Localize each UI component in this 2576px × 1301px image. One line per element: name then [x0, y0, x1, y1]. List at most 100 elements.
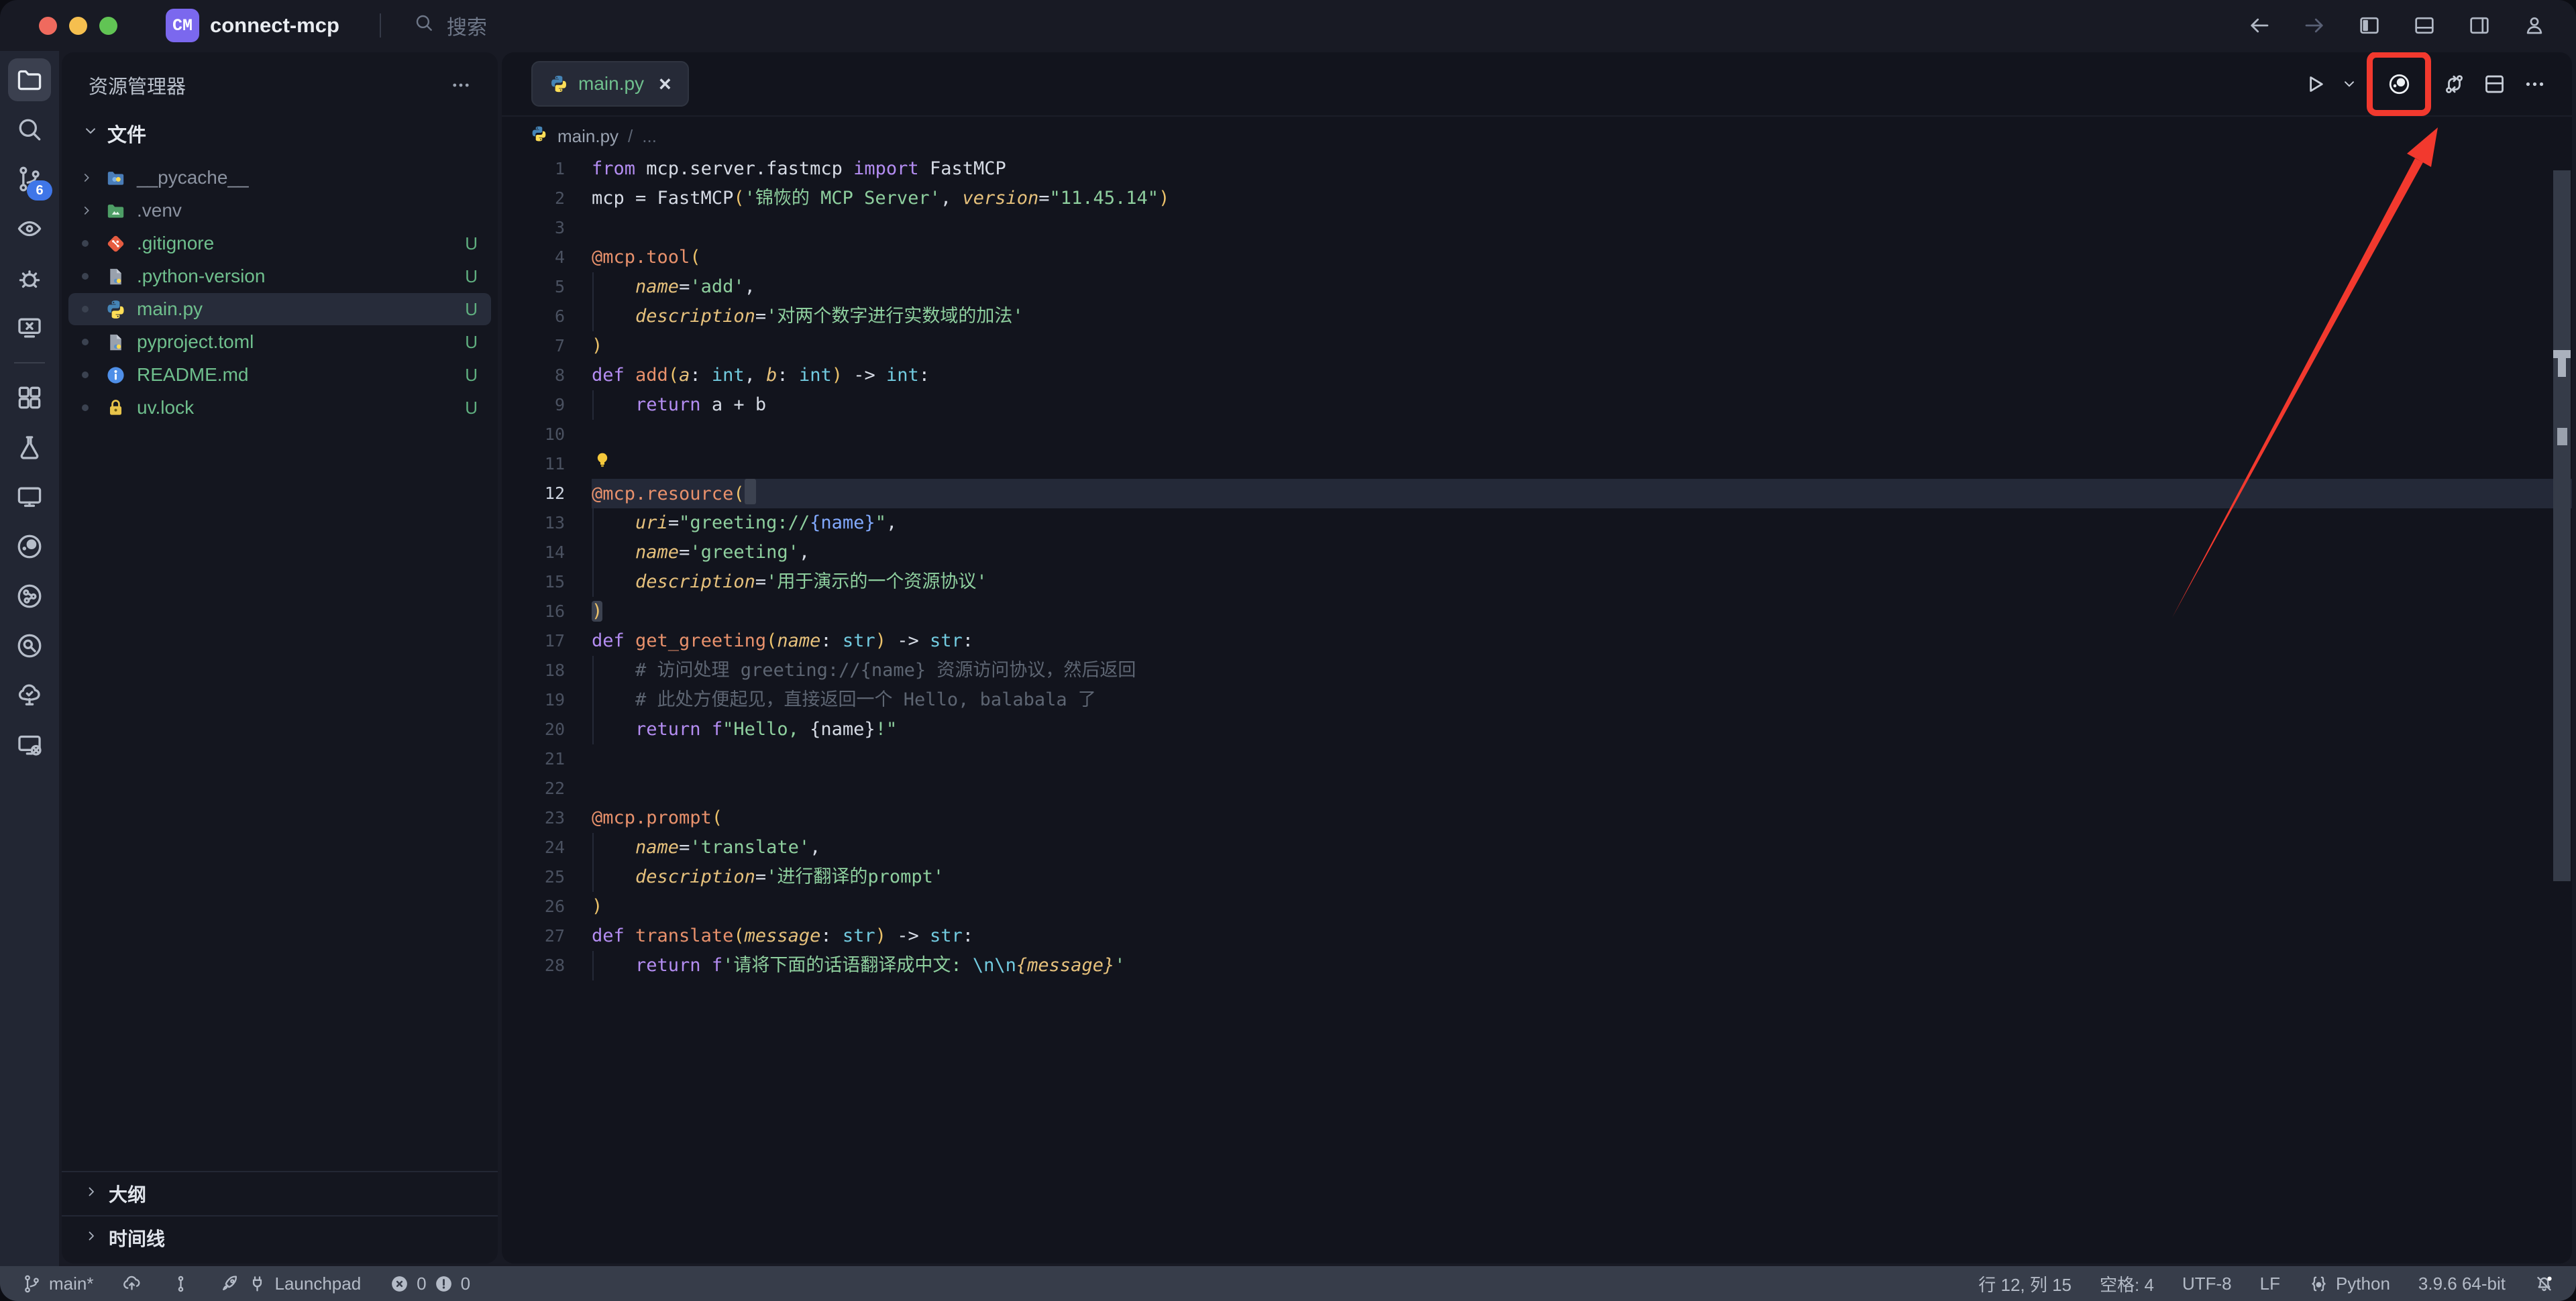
openmcp-button[interactable] [2367, 52, 2431, 116]
toggle-secondary-sidebar-button[interactable] [2467, 13, 2491, 38]
status-text: 行 12, 列 15 [1978, 1271, 2072, 1296]
file-row-uv-lock[interactable]: uv.lockU [68, 392, 491, 424]
timeline-section[interactable]: 时间线 [62, 1215, 498, 1259]
forward-button[interactable] [2302, 13, 2326, 38]
activity-todo-tree[interactable] [8, 674, 51, 717]
code-line-6[interactable]: 6 description='对两个数字进行实数域的加法' [502, 302, 2572, 331]
code-line-11[interactable]: 11 [502, 449, 2572, 479]
code-line-1[interactable]: 1from mcp.server.fastmcp import FastMCP [502, 154, 2572, 184]
code-line-20[interactable]: 20 return f"Hello, {name}!" [502, 715, 2572, 744]
code-line-23[interactable]: 23@mcp.prompt( [502, 803, 2572, 833]
explorer-more-actions-button[interactable] [449, 74, 472, 97]
activity-code-search[interactable] [8, 624, 51, 667]
code-line-10[interactable]: 10 [502, 420, 2572, 449]
back-button[interactable] [2247, 13, 2271, 38]
code-line-8[interactable]: 8def add(a: int, b: int) -> int: [502, 361, 2572, 390]
code-line-2[interactable]: 2mcp = FastMCP('锦恢的 MCP Server', version… [502, 184, 2572, 213]
cursor-position[interactable]: 行 12, 列 15 [1978, 1271, 2072, 1296]
code-line-9[interactable]: 9 return a + b [502, 390, 2572, 420]
activity-project-graph[interactable] [8, 575, 51, 618]
status-text: 0 [417, 1274, 426, 1294]
code-line-16[interactable]: 16) [502, 597, 2572, 626]
code-line-27[interactable]: 27def translate(message: str) -> str: [502, 921, 2572, 951]
line-number: 16 [502, 597, 592, 626]
close-window-button[interactable] [39, 17, 57, 35]
activity-openmcp[interactable] [8, 525, 51, 568]
code-line-14[interactable]: 14 name='greeting', [502, 538, 2572, 567]
code-line-28[interactable]: 28 return f'请将下面的话语翻译成中文: \n\n{message}' [502, 951, 2572, 980]
open-changes-button[interactable] [2436, 66, 2471, 101]
code-line-5[interactable]: 5 name='add', [502, 272, 2572, 302]
folder-py-icon [105, 167, 134, 189]
code-editor[interactable]: 1from mcp.server.fastmcp import FastMCP2… [502, 154, 2572, 1263]
project-selector[interactable]: CM connect-mcp [166, 9, 350, 42]
breadcrumb[interactable]: main.py / ... [502, 117, 2572, 156]
activity-inspect[interactable] [8, 207, 51, 250]
code-line-25[interactable]: 25 description='进行翻译的prompt' [502, 862, 2572, 892]
code-line-13[interactable]: 13 uri="greeting://{name}", [502, 508, 2572, 538]
toggle-panel-button[interactable] [2412, 13, 2436, 38]
python-interpreter[interactable]: 3.9.6 64-bit [2418, 1274, 2506, 1294]
tab-main-py[interactable]: main.py × [531, 61, 689, 107]
close-tab-icon[interactable]: × [659, 73, 672, 95]
minimize-window-button[interactable] [69, 17, 87, 35]
file-row-venv[interactable]: .venv [68, 194, 491, 227]
code-line-12[interactable]: 12@mcp.resource( [502, 479, 2572, 508]
activity-explorer[interactable] [8, 58, 51, 101]
file-row-python-version[interactable]: .python-versionU [68, 260, 491, 292]
activity-testing[interactable] [8, 426, 51, 469]
activity-remote-x[interactable] [8, 724, 51, 767]
source-control-badge: 6 [27, 180, 52, 201]
code-line-19[interactable]: 19 # 此处方便起见，直接返回一个 Hello, balabala 了 [502, 685, 2572, 715]
global-search-button[interactable]: 搜索 [413, 11, 487, 40]
run-button[interactable] [2297, 66, 2332, 101]
editor-scrollbar[interactable] [2553, 170, 2571, 881]
line-content: uri="greeting://{name}", [592, 508, 2572, 538]
language-mode[interactable]: Python [2308, 1274, 2390, 1294]
lightbulb-icon[interactable] [592, 449, 613, 471]
zoom-window-button[interactable] [99, 17, 117, 35]
commit-graph-button[interactable] [170, 1274, 191, 1294]
code-line-18[interactable]: 18 # 访问处理 greeting://{name} 资源访问协议，然后返回 [502, 656, 2572, 685]
activity-debug[interactable] [8, 257, 51, 300]
file-row-main-py[interactable]: main.pyU [68, 293, 491, 325]
activity-search[interactable] [8, 108, 51, 151]
publish-button[interactable] [121, 1274, 142, 1294]
activity-extensions-grid[interactable] [8, 376, 51, 419]
code-line-21[interactable]: 21 [502, 744, 2572, 774]
code-line-26[interactable]: 26) [502, 892, 2572, 921]
indentation[interactable]: 空格: 4 [2100, 1271, 2154, 1296]
problems-button[interactable]: 00 [389, 1274, 470, 1294]
activity-live-preview[interactable] [8, 475, 51, 518]
split-editor-button[interactable] [2477, 66, 2512, 101]
launchpad-button[interactable]: Launchpad [219, 1274, 361, 1294]
account-icon[interactable] [2522, 13, 2546, 38]
code-line-15[interactable]: 15 description='用于演示的一个资源协议' [502, 567, 2572, 597]
activity-source-control[interactable]: 6 [8, 158, 51, 201]
error-circle-icon [389, 1274, 410, 1294]
code-line-24[interactable]: 24 name='translate', [502, 833, 2572, 862]
more-actions-button[interactable] [2517, 66, 2552, 101]
code-line-7[interactable]: 7) [502, 331, 2572, 361]
encoding[interactable]: UTF-8 [2182, 1274, 2232, 1294]
git-status-badge: U [465, 266, 478, 287]
code-line-17[interactable]: 17def get_greeting(name: str) -> str: [502, 626, 2572, 656]
window-controls [39, 17, 117, 35]
activity-remote-terminal[interactable] [8, 306, 51, 349]
file-py-doc-icon [105, 266, 134, 288]
code-line-3[interactable]: 3 [502, 213, 2572, 243]
file-row-pycache[interactable]: __pycache__ [68, 162, 491, 194]
file-row-gitignore[interactable]: .gitignoreU [68, 227, 491, 260]
run-dropdown[interactable] [2337, 66, 2361, 101]
code-line-4[interactable]: 4@mcp.tool( [502, 243, 2572, 272]
git-branch-status[interactable]: main* [21, 1274, 93, 1294]
file-row-readme-md[interactable]: README.mdU [68, 359, 491, 391]
eol[interactable]: LF [2260, 1274, 2280, 1294]
file-row-pyproject-toml[interactable]: pyproject.tomlU [68, 326, 491, 358]
status-text: main* [49, 1274, 93, 1294]
outline-section[interactable]: 大纲 [62, 1171, 498, 1215]
toggle-sidebar-button[interactable] [2357, 13, 2381, 38]
files-section-header[interactable]: 文件 [62, 107, 498, 158]
notifications[interactable] [2534, 1274, 2555, 1294]
code-line-22[interactable]: 22 [502, 774, 2572, 803]
